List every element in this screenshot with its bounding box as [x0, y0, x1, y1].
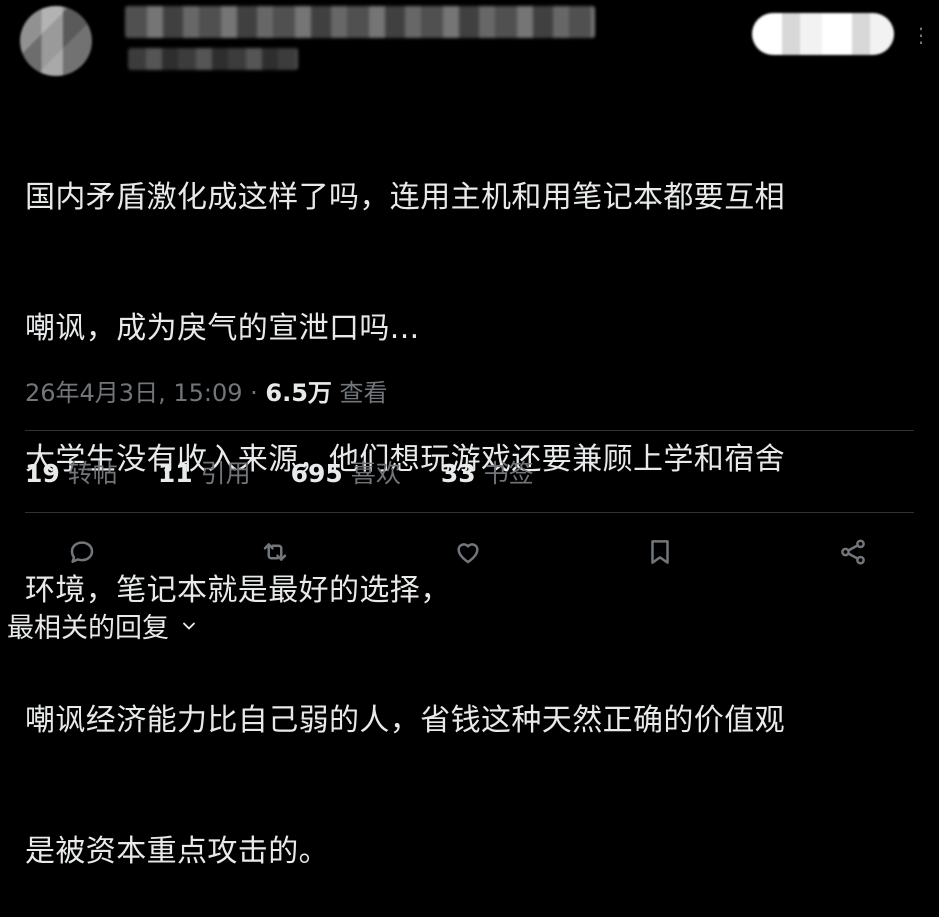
stat-bookmarks[interactable]: 33 书签	[441, 454, 534, 490]
stat-label: 转帖	[67, 459, 118, 488]
stat-number: 33	[440, 459, 476, 488]
stat-number: 19	[25, 459, 60, 488]
display-name-redacted[interactable]	[125, 6, 595, 38]
like-icon	[457, 543, 479, 564]
tweet-line: 国内矛盾激化成这样了吗，连用主机和用笔记本都要互相	[25, 180, 785, 216]
username-redacted[interactable]	[128, 48, 298, 70]
replies-sort-dropdown[interactable]: 最相关的回复	[7, 606, 199, 645]
avatar[interactable]	[20, 6, 92, 76]
divider	[25, 512, 914, 513]
meta-separator: ·	[242, 379, 266, 407]
engagement-stats: 19 转帖 11 引用 695 喜欢 33 书签	[25, 454, 574, 490]
stat-number: 695	[290, 459, 343, 488]
chevron-down-icon	[183, 622, 195, 629]
stat-quotes[interactable]: 11 引用	[158, 454, 251, 490]
timestamp[interactable]: 26年4月3日, 15:09	[25, 379, 243, 407]
repost-icon	[263, 543, 287, 561]
stat-likes[interactable]: 695 喜欢	[291, 454, 401, 490]
stat-label: 喜欢	[350, 459, 401, 488]
like-button[interactable]	[448, 530, 488, 574]
stat-label: 书签	[483, 459, 534, 488]
stat-number: 11	[157, 459, 193, 488]
replies-sort-label: 最相关的回复	[7, 613, 169, 644]
reply-button[interactable]	[62, 530, 102, 574]
bookmark-icon	[651, 540, 669, 564]
stat-reposts[interactable]: 19 转帖	[25, 454, 118, 490]
share-icon	[841, 539, 865, 565]
views-count[interactable]: 6.5万	[265, 379, 332, 407]
divider	[25, 430, 914, 431]
tweet-meta: 26年4月3日, 15:09 · 6.5万 查看	[25, 373, 388, 408]
follow-button-redacted[interactable]	[752, 13, 894, 55]
reply-icon	[70, 541, 94, 563]
views-label: 查看	[339, 379, 388, 407]
tweet-line: 是被资本重点攻击的。	[25, 834, 329, 870]
repost-button[interactable]	[255, 530, 295, 574]
tweet-text: 国内矛盾激化成这样了吗，连用主机和用笔记本都要互相 嘲讽，成为戾气的宣泄口吗..…	[25, 89, 925, 917]
more-options-icon[interactable]: ⋮	[911, 20, 931, 50]
stat-label: 引用	[200, 459, 251, 488]
bookmark-button[interactable]	[640, 530, 680, 574]
tweet-line: 嘲讽经济能力比自己弱的人，省钱这种天然正确的价值观	[25, 703, 785, 739]
share-button[interactable]	[833, 530, 873, 574]
tweet-line: 嘲讽，成为戾气的宣泄口吗...	[25, 310, 420, 346]
action-bar	[0, 530, 939, 574]
